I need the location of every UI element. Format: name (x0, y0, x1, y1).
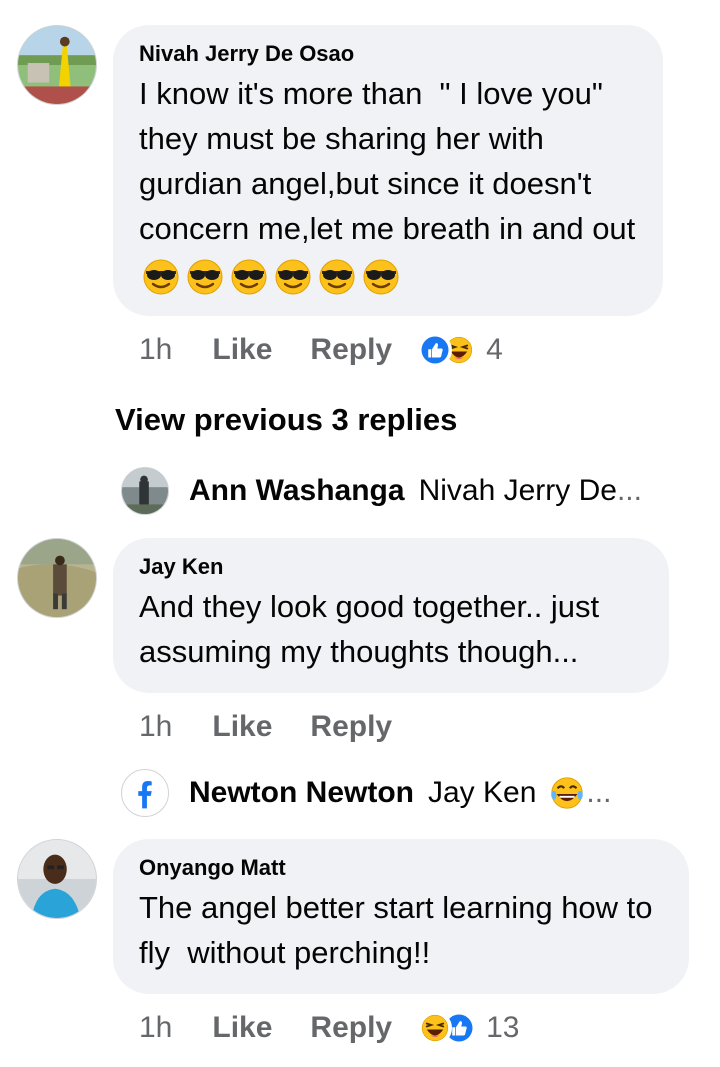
profile-photo-icon (18, 840, 96, 918)
comment-text: The angel better start learning how to f… (139, 890, 662, 970)
reaction-summary[interactable]: 4 (418, 333, 503, 367)
avatar-onyango[interactable] (17, 839, 97, 919)
comment-time[interactable]: 1h (139, 1011, 172, 1045)
comment-bubble: Jay Ken And they look good together.. ju… (113, 538, 669, 693)
sunglasses-emoji-icon (361, 256, 401, 296)
sunglasses-emoji-icon (273, 256, 313, 296)
sunglasses-emoji-icon (317, 256, 357, 296)
profile-photo-icon (18, 26, 96, 104)
sunglasses-emoji-icon (185, 256, 225, 296)
reply-preview[interactable]: Ann Washanga Nivah Jerry De ... (121, 467, 642, 515)
comment-time[interactable]: 1h (139, 333, 172, 367)
avatar-ann (121, 467, 169, 515)
comment-text: I know it's more than " I love you" they… (139, 71, 637, 296)
comment-actions: 1h Like Reply 13 (139, 1011, 519, 1045)
comment-bubble: Nivah Jerry De Osao I know it's more tha… (113, 25, 663, 316)
ellipsis: ... (616, 474, 642, 507)
sunglasses-emoji-row (141, 256, 401, 296)
reply-text: Nivah Jerry De (418, 474, 617, 507)
comment-bubble: Onyango Matt The angel better start lear… (113, 839, 689, 994)
like-icon (418, 333, 453, 367)
laughing-emoji-icon (418, 1011, 453, 1045)
comment-author[interactable]: Onyango Matt (139, 855, 663, 881)
facebook-logo-icon (122, 770, 168, 816)
reaction-count: 4 (486, 333, 503, 366)
reply-preview[interactable]: Newton Newton Jay Ken ... (121, 769, 611, 817)
ellipsis: ... (586, 776, 612, 809)
sunglasses-emoji-icon (141, 256, 181, 296)
reply-author: Newton Newton (189, 776, 414, 809)
reply-author: Ann Washanga (189, 474, 405, 507)
like-button[interactable]: Like (212, 333, 272, 367)
avatar-newton (121, 769, 169, 817)
reply-button[interactable]: Reply (310, 333, 392, 367)
avatar-nivah[interactable] (17, 25, 97, 105)
view-previous-replies-link[interactable]: View previous 3 replies (115, 402, 457, 438)
avatar-jay[interactable] (17, 538, 97, 618)
reply-text: Jay Ken (428, 776, 537, 809)
like-button[interactable]: Like (212, 710, 272, 744)
comment-author[interactable]: Jay Ken (139, 554, 643, 580)
reaction-count: 13 (486, 1011, 520, 1044)
comment-actions: 1h Like Reply (139, 710, 430, 744)
profile-photo-icon (18, 539, 96, 617)
comment-time[interactable]: 1h (139, 710, 172, 744)
reply-button[interactable]: Reply (310, 710, 392, 744)
like-button[interactable]: Like (212, 1011, 272, 1045)
reply-button[interactable]: Reply (310, 1011, 392, 1045)
sunglasses-emoji-icon (229, 256, 269, 296)
profile-photo-icon (122, 468, 168, 514)
comment-body: I know it's more than " I love you" they… (139, 76, 636, 246)
tears-of-joy-emoji-icon (548, 774, 586, 812)
comment-author[interactable]: Nivah Jerry De Osao (139, 41, 637, 67)
reaction-summary[interactable]: 13 (418, 1011, 519, 1045)
comment-actions: 1h Like Reply 4 (139, 333, 503, 367)
comment-text: And they look good together.. just assum… (139, 589, 608, 669)
